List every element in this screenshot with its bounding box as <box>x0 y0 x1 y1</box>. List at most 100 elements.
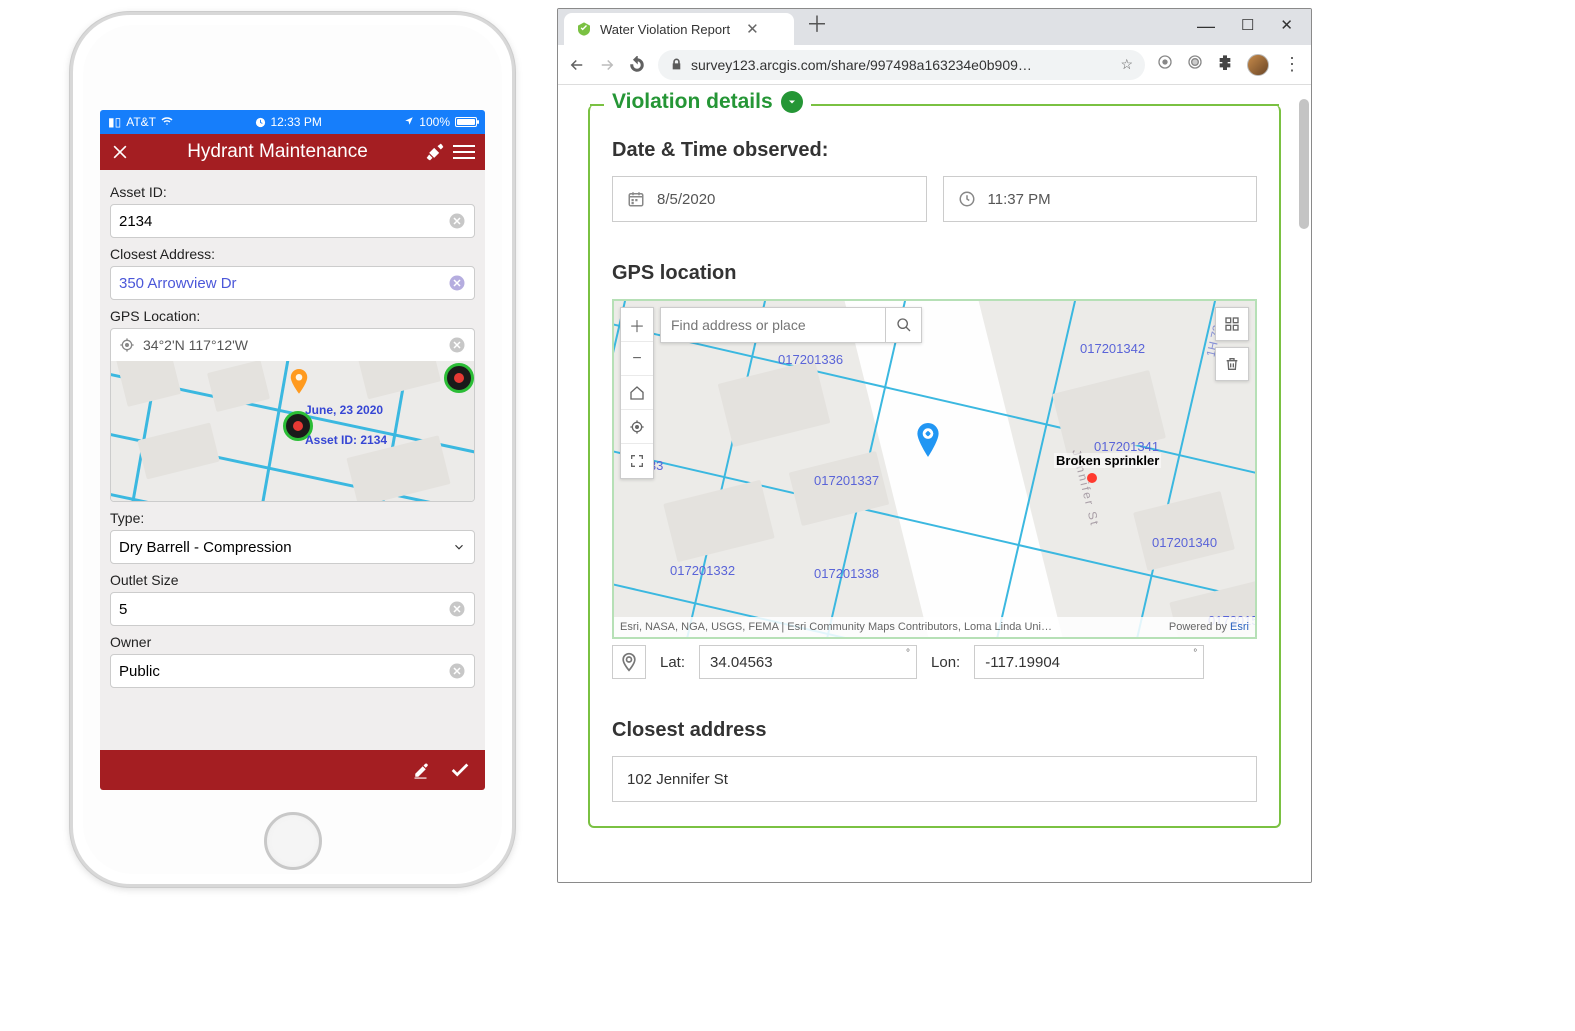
phone-screen: ▮▯ AT&T 12:33 PM 100% <box>100 110 485 790</box>
owner-input[interactable]: Public <box>110 654 475 688</box>
tab-close-icon[interactable]: ✕ <box>746 20 759 38</box>
clear-icon[interactable] <box>448 662 466 680</box>
fullscreen-button[interactable] <box>621 444 653 478</box>
date-time-row: 8/5/2020 11:37 PM <box>612 176 1257 222</box>
lon-label: Lon: <box>927 654 964 671</box>
clear-icon[interactable] <box>448 212 466 230</box>
check-icon[interactable] <box>449 759 471 781</box>
asset-id-value: 2134 <box>119 213 152 230</box>
close-icon[interactable] <box>110 142 130 162</box>
outlet-size-input[interactable]: 5 <box>110 592 475 626</box>
map-search-input[interactable] <box>661 308 885 342</box>
search-button[interactable] <box>885 308 921 342</box>
menu-icon[interactable]: ⋮ <box>1283 54 1301 75</box>
app-title: Hydrant Maintenance <box>138 141 417 163</box>
zoom-out-button[interactable]: − <box>621 342 653 376</box>
home-button[interactable] <box>264 812 322 870</box>
reload-button[interactable] <box>628 56 646 74</box>
parcel-label: 017201340 <box>1152 535 1217 550</box>
gps-coords-row[interactable]: 34°2'N 117°12'W <box>111 329 474 361</box>
asset-id-label: Asset ID: <box>110 184 475 200</box>
lon-input[interactable]: -117.19904° <box>974 645 1204 679</box>
powered-by: Powered by Esri <box>1169 621 1249 633</box>
time-label: 12:33 PM <box>270 115 321 129</box>
map-pin-icon <box>289 369 309 402</box>
closest-address-input[interactable]: 102 Jennifer St <box>612 756 1257 802</box>
window-controls: — ☐ ✕ <box>1179 16 1311 45</box>
favicon-icon <box>576 21 592 37</box>
clear-icon[interactable] <box>448 274 466 292</box>
closest-address-label: Closest address <box>612 719 1257 742</box>
clear-icon[interactable] <box>448 336 466 354</box>
delete-button[interactable] <box>1215 347 1249 381</box>
pin-outline-icon[interactable] <box>612 645 646 679</box>
mini-map[interactable]: June, 23 2020 Asset ID: 2134 <box>111 361 474 501</box>
asset-id-input[interactable]: 2134 <box>110 204 475 238</box>
carrier-label: AT&T <box>126 115 156 129</box>
wifi-icon <box>161 115 173 130</box>
extension-icon[interactable] <box>1157 54 1173 75</box>
map-toolbar-left: ＋ − <box>620 307 654 479</box>
map-attribution: Esri, NASA, NGA, USGS, FEMA | Esri Commu… <box>614 617 1255 637</box>
browser-tab[interactable]: Water Violation Report ✕ <box>564 13 794 45</box>
lat-value: 34.04563 <box>710 654 773 671</box>
minimize-button[interactable]: — <box>1197 16 1215 37</box>
lat-input[interactable]: 34.04563° <box>699 645 917 679</box>
closest-address-value: 102 Jennifer St <box>627 771 728 788</box>
closest-address-input[interactable]: 350 Arrowview Dr <box>110 266 475 300</box>
date-input[interactable]: 8/5/2020 <box>612 176 927 222</box>
gps-box: 34°2'N 117°12'W <box>110 328 475 502</box>
page-content: Violation details Date & Time observed: … <box>558 85 1311 882</box>
home-button[interactable] <box>621 376 653 410</box>
app-footer <box>100 750 485 790</box>
clear-icon[interactable] <box>448 600 466 618</box>
clock-icon <box>255 117 266 128</box>
extensions-icon[interactable] <box>1217 54 1233 75</box>
type-select[interactable]: Dry Barrell - Compression <box>110 530 475 564</box>
zoom-in-button[interactable]: ＋ <box>621 308 653 342</box>
map-marker <box>444 363 474 393</box>
menu-icon[interactable] <box>453 145 475 159</box>
tab-bar: Water Violation Report ✕ ＋ — ☐ ✕ <box>558 9 1311 45</box>
map-search <box>660 307 922 343</box>
maximize-button[interactable]: ☐ <box>1241 16 1254 37</box>
satellite-icon[interactable] <box>425 142 445 162</box>
degree-symbol: ° <box>1193 648 1197 659</box>
forward-button[interactable] <box>598 56 616 74</box>
closest-address-value: 350 Arrowview Dr <box>119 275 237 292</box>
back-button[interactable] <box>568 56 586 74</box>
scrollbar[interactable] <box>1299 99 1309 229</box>
tab-title: Water Violation Report <box>600 22 730 37</box>
lock-icon <box>670 58 683 71</box>
extension-icon[interactable] <box>1187 54 1203 75</box>
location-arrow-icon <box>404 115 414 129</box>
locate-button[interactable] <box>621 410 653 444</box>
form-area: Asset ID: 2134 Closest Address: 350 Arro… <box>100 170 485 750</box>
time-input[interactable]: 11:37 PM <box>943 176 1258 222</box>
esri-link[interactable]: Esri <box>1230 621 1249 633</box>
new-tab-button[interactable]: ＋ <box>794 8 840 45</box>
clock-icon <box>958 190 976 208</box>
gps-location-label: GPS location <box>612 262 1257 285</box>
map-pin-icon[interactable] <box>914 423 942 459</box>
map-anno-asset: Asset ID: 2134 <box>305 433 387 447</box>
basemap-button[interactable] <box>1215 307 1249 341</box>
map[interactable]: 017201336 017201342 017201341 017201337 … <box>612 299 1257 639</box>
attribution-text: Esri, NASA, NGA, USGS, FEMA | Esri Commu… <box>620 621 1052 633</box>
parcel-label: 017201337 <box>814 473 879 488</box>
chevron-down-icon <box>452 540 466 554</box>
date-value: 8/5/2020 <box>657 191 715 208</box>
collapse-icon[interactable] <box>781 91 803 113</box>
violation-details-section: Violation details Date & Time observed: … <box>588 105 1281 828</box>
edit-icon[interactable] <box>413 759 435 781</box>
phone-inner: ▮▯ AT&T 12:33 PM 100% <box>83 25 502 874</box>
section-header[interactable]: Violation details <box>612 90 811 114</box>
url-text: survey123.arcgis.com/share/997498a163234… <box>691 57 1112 73</box>
star-icon[interactable]: ☆ <box>1120 56 1133 73</box>
profile-avatar[interactable] <box>1247 54 1269 76</box>
url-input[interactable]: survey123.arcgis.com/share/997498a163234… <box>658 50 1145 80</box>
parcel-label: 017201342 <box>1080 341 1145 356</box>
target-icon <box>119 337 135 353</box>
close-button[interactable]: ✕ <box>1280 16 1293 37</box>
status-bar: ▮▯ AT&T 12:33 PM 100% <box>100 110 485 134</box>
